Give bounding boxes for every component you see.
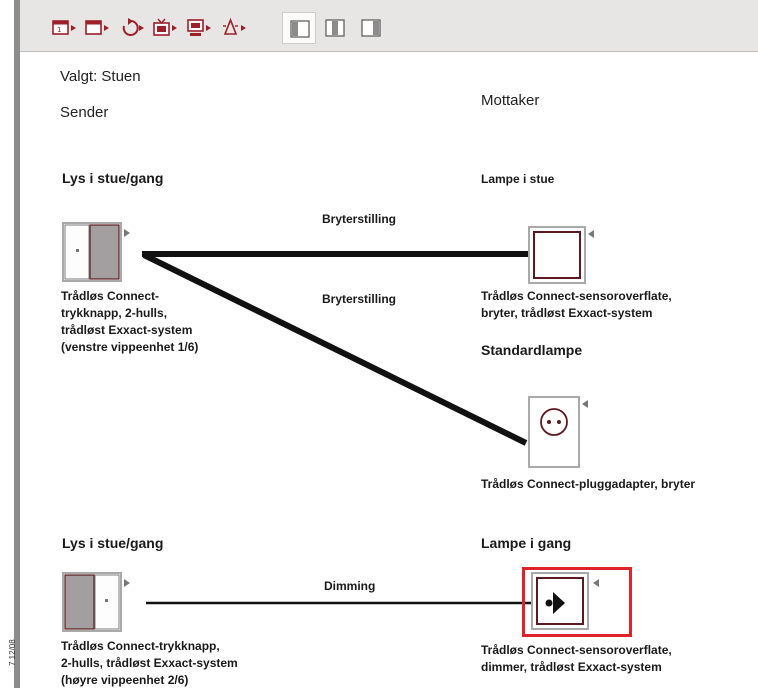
main-content: Valgt: Stuen Sender Mottaker Lys i stue/… bbox=[20, 52, 758, 688]
receiver-column-title: Mottaker bbox=[481, 92, 540, 109]
sensor-surface-switch[interactable] bbox=[528, 226, 598, 286]
alarm-icon[interactable] bbox=[220, 16, 250, 40]
view-split-pane-button[interactable] bbox=[318, 12, 352, 44]
group1-receiver1-title: Lampe i stue bbox=[481, 172, 555, 186]
group1-sender-title: Lys i stue/gang bbox=[62, 170, 164, 186]
group1-receiver1-desc: Trådløs Connect-sensoroverflate, bryter,… bbox=[481, 289, 672, 320]
link-label-switch-2: Bryterstilling bbox=[322, 292, 397, 306]
svg-text:1: 1 bbox=[57, 26, 61, 34]
margin-code: 7 12/08 bbox=[8, 639, 17, 666]
group1-sender-desc: Trådløs Connect- trykknapp, 2-hulls, trå… bbox=[61, 289, 199, 354]
view-left-pane-button[interactable] bbox=[282, 12, 316, 44]
monitor-icon[interactable] bbox=[185, 16, 215, 40]
plug-adapter-switch[interactable] bbox=[528, 396, 598, 470]
link-label-switch-1: Bryterstilling bbox=[322, 212, 397, 226]
toolbar: 1 bbox=[20, 0, 758, 52]
group1-receiver2-desc: Trådløs Connect-pluggadapter, bryter bbox=[481, 477, 696, 491]
group2-receiver-desc: Trådløs Connect-sensoroverflate, dimmer,… bbox=[481, 643, 672, 674]
group2-receiver-title: Lampe i gang bbox=[481, 535, 572, 551]
pushbutton-left-rocker[interactable] bbox=[62, 222, 132, 284]
view-split-pane-icon bbox=[325, 19, 345, 37]
view-left-pane-icon bbox=[290, 20, 310, 38]
scene-1-icon[interactable]: 1 bbox=[50, 16, 80, 40]
view-right-pane-icon bbox=[361, 19, 381, 37]
selected-room: Valgt: Stuen bbox=[60, 68, 141, 85]
undo-icon[interactable] bbox=[118, 16, 148, 40]
sensor-surface-dimmer[interactable] bbox=[531, 572, 603, 632]
sender-column-title: Sender bbox=[60, 104, 109, 121]
left-margin bbox=[0, 0, 12, 688]
pushbutton-right-rocker[interactable] bbox=[62, 572, 132, 634]
group1-receiver2-title: Standardlampe bbox=[481, 342, 583, 358]
scene-2-icon[interactable] bbox=[83, 16, 113, 40]
link-label-dimming: Dimming bbox=[324, 579, 376, 593]
view-right-pane-button[interactable] bbox=[354, 12, 388, 44]
group2-sender-title: Lys i stue/gang bbox=[62, 535, 164, 551]
tv-icon[interactable] bbox=[151, 16, 181, 40]
group2-sender-desc: Trådløs Connect-trykknapp, 2-hulls, tråd… bbox=[61, 639, 238, 687]
